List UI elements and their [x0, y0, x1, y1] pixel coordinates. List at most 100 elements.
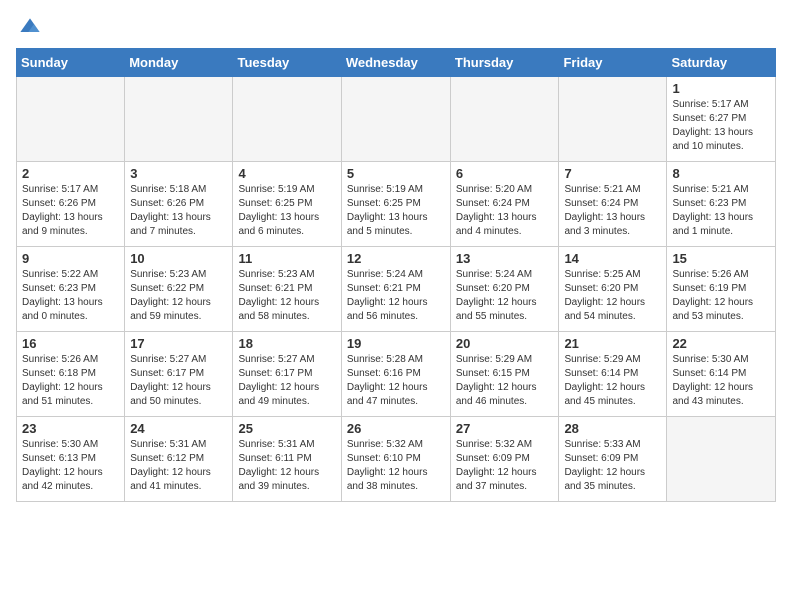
calendar-cell: 22 Sunrise: 5:30 AM Sunset: 6:14 PM Dayli… [667, 332, 776, 417]
day-info: Sunrise: 5:23 AM Sunset: 6:21 PM Dayligh… [238, 268, 335, 324]
day-info: Sunrise: 5:33 AM Sunset: 6:09 PM Dayligh… [564, 438, 661, 494]
day-info: Sunrise: 5:22 AM Sunset: 6:23 PM Dayligh… [22, 268, 119, 324]
calendar-cell: 13 Sunrise: 5:24 AM Sunset: 6:20 PM Dayli… [450, 247, 559, 332]
calendar-week-4: 23 Sunrise: 5:30 AM Sunset: 6:13 PM Dayli… [17, 417, 776, 502]
day-info: Sunrise: 5:24 AM Sunset: 6:20 PM Dayligh… [456, 268, 554, 324]
day-info: Sunrise: 5:17 AM Sunset: 6:27 PM Dayligh… [672, 98, 770, 154]
calendar-cell: 6Sunrise: 5:20 AM Sunset: 6:24 PM Daylig… [450, 162, 559, 247]
day-info: Sunrise: 5:18 AM Sunset: 6:26 PM Dayligh… [130, 183, 227, 239]
day-header-saturday: Saturday [667, 49, 776, 77]
day-info: Sunrise: 5:31 AM Sunset: 6:11 PM Dayligh… [238, 438, 335, 494]
day-info: Sunrise: 5:21 AM Sunset: 6:24 PM Dayligh… [564, 183, 661, 239]
day-header-monday: Monday [125, 49, 233, 77]
day-info: Sunrise: 5:28 AM Sunset: 6:16 PM Dayligh… [347, 353, 445, 409]
calendar-cell [559, 77, 667, 162]
day-info: Sunrise: 5:26 AM Sunset: 6:19 PM Dayligh… [672, 268, 770, 324]
calendar-cell: 21 Sunrise: 5:29 AM Sunset: 6:14 PM Dayli… [559, 332, 667, 417]
day-number: 27 [456, 421, 554, 436]
day-number: 19 [347, 336, 445, 351]
day-number: 23 [22, 421, 119, 436]
day-header-sunday: Sunday [17, 49, 125, 77]
calendar-cell: 15 Sunrise: 5:26 AM Sunset: 6:19 PM Dayli… [667, 247, 776, 332]
calendar-cell: 19 Sunrise: 5:28 AM Sunset: 6:16 PM Dayli… [341, 332, 450, 417]
calendar-cell [125, 77, 233, 162]
calendar-cell: 5 Sunrise: 5:19 AM Sunset: 6:25 PM Daylig… [341, 162, 450, 247]
calendar-cell: 3 Sunrise: 5:18 AM Sunset: 6:26 PM Daylig… [125, 162, 233, 247]
calendar-cell: 27 Sunrise: 5:32 AM Sunset: 6:09 PM Dayli… [450, 417, 559, 502]
day-number: 17 [130, 336, 227, 351]
calendar-cell: 17Sunrise: 5:27 AM Sunset: 6:17 PM Dayli… [125, 332, 233, 417]
day-info: Sunrise: 5:27 AM Sunset: 6:17 PM Dayligh… [238, 353, 335, 409]
day-number: 18 [238, 336, 335, 351]
day-number: 22 [672, 336, 770, 351]
day-number: 8 [672, 166, 770, 181]
day-number: 10 [130, 251, 227, 266]
day-info: Sunrise: 5:19 AM Sunset: 6:25 PM Dayligh… [238, 183, 335, 239]
day-info: Sunrise: 5:29 AM Sunset: 6:15 PM Dayligh… [456, 353, 554, 409]
day-header-wednesday: Wednesday [341, 49, 450, 77]
calendar-cell: 20 Sunrise: 5:29 AM Sunset: 6:15 PM Dayli… [450, 332, 559, 417]
day-info: Sunrise: 5:29 AM Sunset: 6:14 PM Dayligh… [564, 353, 661, 409]
calendar-cell: 28 Sunrise: 5:33 AM Sunset: 6:09 PM Dayli… [559, 417, 667, 502]
day-info: Sunrise: 5:30 AM Sunset: 6:14 PM Dayligh… [672, 353, 770, 409]
day-number: 15 [672, 251, 770, 266]
day-number: 13 [456, 251, 554, 266]
calendar-cell: 23 Sunrise: 5:30 AM Sunset: 6:13 PM Dayli… [17, 417, 125, 502]
calendar-cell: 24 Sunrise: 5:31 AM Sunset: 6:12 PM Dayli… [125, 417, 233, 502]
logo-icon [18, 16, 42, 40]
day-header-friday: Friday [559, 49, 667, 77]
calendar-header-row: SundayMondayTuesdayWednesdayThursdayFrid… [17, 49, 776, 77]
calendar-cell [667, 417, 776, 502]
day-number: 26 [347, 421, 445, 436]
day-number: 11 [238, 251, 335, 266]
day-header-thursday: Thursday [450, 49, 559, 77]
day-number: 24 [130, 421, 227, 436]
day-header-tuesday: Tuesday [233, 49, 341, 77]
day-number: 2 [22, 166, 119, 181]
calendar-cell: 25 Sunrise: 5:31 AM Sunset: 6:11 PM Dayli… [233, 417, 341, 502]
day-number: 20 [456, 336, 554, 351]
day-number: 4 [238, 166, 335, 181]
calendar-cell: 11 Sunrise: 5:23 AM Sunset: 6:21 PM Dayli… [233, 247, 341, 332]
day-number: 6 [456, 166, 554, 181]
calendar-week-3: 16 Sunrise: 5:26 AM Sunset: 6:18 PM Dayli… [17, 332, 776, 417]
day-number: 12 [347, 251, 445, 266]
day-info: Sunrise: 5:32 AM Sunset: 6:09 PM Dayligh… [456, 438, 554, 494]
day-info: Sunrise: 5:21 AM Sunset: 6:23 PM Dayligh… [672, 183, 770, 239]
page-header [16, 16, 776, 40]
calendar-cell: 18 Sunrise: 5:27 AM Sunset: 6:17 PM Dayli… [233, 332, 341, 417]
calendar-cell: 8 Sunrise: 5:21 AM Sunset: 6:23 PM Daylig… [667, 162, 776, 247]
calendar-cell [341, 77, 450, 162]
day-number: 3 [130, 166, 227, 181]
day-info: Sunrise: 5:25 AM Sunset: 6:20 PM Dayligh… [564, 268, 661, 324]
day-number: 16 [22, 336, 119, 351]
day-number: 1 [672, 81, 770, 96]
day-info: Sunrise: 5:26 AM Sunset: 6:18 PM Dayligh… [22, 353, 119, 409]
logo [16, 16, 42, 40]
calendar-cell: 9 Sunrise: 5:22 AM Sunset: 6:23 PM Daylig… [17, 247, 125, 332]
day-number: 14 [564, 251, 661, 266]
day-info: Sunrise: 5:32 AM Sunset: 6:10 PM Dayligh… [347, 438, 445, 494]
day-info: Sunrise: 5:19 AM Sunset: 6:25 PM Dayligh… [347, 183, 445, 239]
day-info: Sunrise: 5:30 AM Sunset: 6:13 PM Dayligh… [22, 438, 119, 494]
calendar-week-0: 1 Sunrise: 5:17 AM Sunset: 6:27 PM Daylig… [17, 77, 776, 162]
calendar-cell: 16 Sunrise: 5:26 AM Sunset: 6:18 PM Dayli… [17, 332, 125, 417]
day-number: 9 [22, 251, 119, 266]
day-number: 21 [564, 336, 661, 351]
day-info: Sunrise: 5:31 AM Sunset: 6:12 PM Dayligh… [130, 438, 227, 494]
day-info: Sunrise: 5:17 AM Sunset: 6:26 PM Dayligh… [22, 183, 119, 239]
calendar-week-2: 9 Sunrise: 5:22 AM Sunset: 6:23 PM Daylig… [17, 247, 776, 332]
day-number: 5 [347, 166, 445, 181]
calendar-week-1: 2 Sunrise: 5:17 AM Sunset: 6:26 PM Daylig… [17, 162, 776, 247]
day-number: 7 [564, 166, 661, 181]
day-number: 28 [564, 421, 661, 436]
calendar-cell: 14 Sunrise: 5:25 AM Sunset: 6:20 PM Dayli… [559, 247, 667, 332]
calendar-cell [450, 77, 559, 162]
calendar-cell: 4 Sunrise: 5:19 AM Sunset: 6:25 PM Daylig… [233, 162, 341, 247]
day-info: Sunrise: 5:24 AM Sunset: 6:21 PM Dayligh… [347, 268, 445, 324]
day-number: 25 [238, 421, 335, 436]
calendar-cell: 10 Sunrise: 5:23 AM Sunset: 6:22 PM Dayli… [125, 247, 233, 332]
day-info: Sunrise: 5:23 AM Sunset: 6:22 PM Dayligh… [130, 268, 227, 324]
calendar-cell: 12 Sunrise: 5:24 AM Sunset: 6:21 PM Dayli… [341, 247, 450, 332]
calendar-cell: 26 Sunrise: 5:32 AM Sunset: 6:10 PM Dayli… [341, 417, 450, 502]
